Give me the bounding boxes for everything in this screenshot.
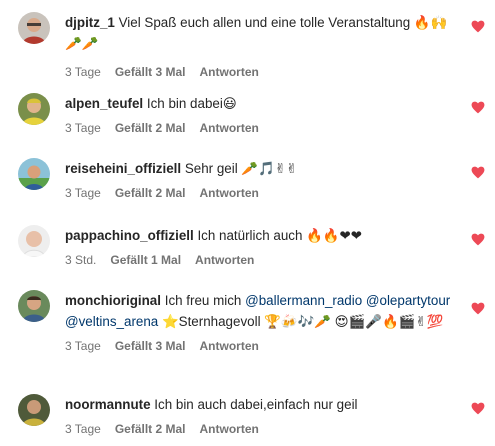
- heart-icon[interactable]: [471, 233, 485, 246]
- comment-timestamp[interactable]: 3 Tage: [65, 338, 101, 354]
- heart-icon[interactable]: [471, 402, 485, 415]
- comment-likes-count[interactable]: Gefällt 3 Mal: [115, 338, 186, 354]
- comment-timestamp[interactable]: 3 Tage: [65, 64, 101, 80]
- comment-likes-count[interactable]: Gefällt 2 Mal: [115, 185, 186, 201]
- comment-likes-count[interactable]: Gefällt 2 Mal: [115, 120, 186, 136]
- avatar[interactable]: [18, 290, 50, 322]
- comment-username[interactable]: reiseheini_offiziell: [65, 161, 181, 176]
- comment-timestamp[interactable]: 3 Tage: [65, 120, 101, 136]
- reply-button[interactable]: Antworten: [195, 252, 254, 268]
- reply-button[interactable]: Antworten: [200, 421, 259, 437]
- heart-icon[interactable]: [471, 101, 485, 114]
- reply-button[interactable]: Antworten: [200, 64, 259, 80]
- comment-text: Ich natürlich auch 🔥🔥❤❤: [197, 228, 362, 243]
- comment-likes-count[interactable]: Gefällt 2 Mal: [115, 421, 186, 437]
- comment-username[interactable]: pappachino_offiziell: [65, 228, 194, 243]
- reply-button[interactable]: Antworten: [200, 185, 259, 201]
- mention-link[interactable]: @olepartytour: [366, 293, 450, 308]
- comment-likes-count[interactable]: Gefällt 3 Mal: [115, 64, 186, 80]
- comment-likes-count[interactable]: Gefällt 1 Mal: [110, 252, 181, 268]
- comment-username[interactable]: noormannute: [65, 397, 151, 412]
- heart-icon[interactable]: [471, 166, 485, 179]
- comment-text: Ich bin auch dabei,einfach nur geil: [154, 397, 358, 412]
- comment-text: Viel Spaß euch allen und eine tolle Vera…: [65, 15, 448, 51]
- mention-link[interactable]: @ballermann_radio: [245, 293, 362, 308]
- comment-text: Sehr geil 🥕🎵✌✌: [184, 161, 298, 176]
- comment-text: Ich freu mich: [164, 293, 242, 308]
- comment-timestamp[interactable]: 3 Std.: [65, 252, 96, 268]
- comment-username[interactable]: alpen_teufel: [65, 96, 143, 111]
- comment-list: djpitz_1 Viel Spaß euch allen und eine t…: [0, 0, 495, 446]
- avatar[interactable]: [18, 225, 50, 257]
- reply-button[interactable]: Antworten: [200, 120, 259, 136]
- avatar[interactable]: [18, 12, 50, 44]
- comment-timestamp[interactable]: 3 Tage: [65, 185, 101, 201]
- comment-text: ⭐Sternhagevoll 🏆🍻🎶🥕 😍🎬🎤🔥🎬✌💯: [161, 314, 444, 329]
- avatar[interactable]: [18, 93, 50, 125]
- comment-timestamp[interactable]: 3 Tage: [65, 421, 101, 437]
- comment-username[interactable]: monchioriginal: [65, 293, 161, 308]
- avatar[interactable]: [18, 158, 50, 190]
- mention-link[interactable]: @veltins_arena: [65, 314, 158, 329]
- heart-icon[interactable]: [471, 302, 485, 315]
- reply-button[interactable]: Antworten: [200, 338, 259, 354]
- avatar[interactable]: [18, 394, 50, 426]
- heart-icon[interactable]: [471, 20, 485, 33]
- comment-text: Ich bin dabei😃: [146, 96, 237, 111]
- comment-username[interactable]: djpitz_1: [65, 15, 115, 30]
